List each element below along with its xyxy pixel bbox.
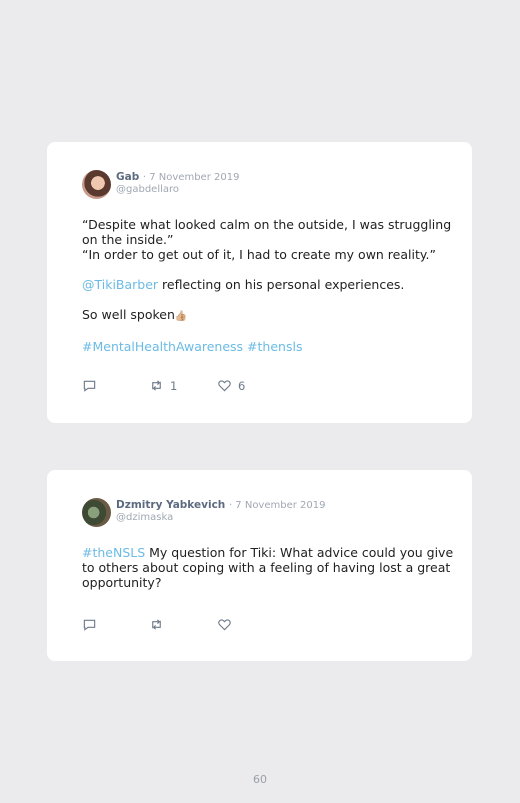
- avatar[interactable]: [82, 498, 111, 527]
- reply-icon: [83, 380, 96, 392]
- tweet-line: @TikiBarber reflecting on his personal e…: [82, 277, 442, 292]
- like-count: 6: [238, 378, 246, 393]
- author-handle[interactable]: @dzimaska: [116, 512, 173, 523]
- closing-text: So well spoken: [82, 307, 175, 322]
- tweet-line: #theNSLS My question for Tiki: What advi…: [82, 545, 453, 560]
- author-line: Gab · 7 November 2019: [116, 171, 239, 183]
- tweet-line: “Despite what looked calm on the outside…: [82, 217, 452, 232]
- reply-icon: [83, 619, 96, 631]
- tweet-line: opportunity?: [82, 575, 162, 590]
- tweet-line: on the inside.”: [82, 232, 174, 247]
- avatar[interactable]: [82, 170, 111, 199]
- retweet-button[interactable]: 1: [149, 378, 177, 393]
- author-line: Dzmitry Yabkevich · 7 November 2019: [116, 499, 326, 511]
- tweet-date: · 7 November 2019: [142, 172, 240, 183]
- tweet-text: “Despite what looked calm on the outside…: [82, 217, 452, 354]
- tweet-card: Gab · 7 November 2019 @gabdellaro “Despi…: [47, 142, 472, 423]
- hashtag-link[interactable]: #theNSLS: [82, 545, 145, 560]
- author-name[interactable]: Gab: [116, 171, 139, 183]
- tweet-text: #theNSLS My question for Tiki: What advi…: [82, 545, 453, 590]
- thumbs-up-emoji: 👍🏼: [174, 311, 188, 322]
- like-button[interactable]: 6: [217, 378, 245, 393]
- tweet-line: So well spoken👍🏼: [82, 307, 442, 324]
- tweet-line-text: My question for Tiki: What advice could …: [145, 545, 454, 560]
- author-name[interactable]: Dzmitry Yabkevich: [116, 499, 225, 511]
- heart-icon: [218, 380, 231, 392]
- retweet-button[interactable]: [149, 617, 164, 632]
- tweet-actions: 1 6: [82, 378, 282, 394]
- tweet-line: “In order to get out of it, I had to cre…: [82, 247, 436, 262]
- reply-button[interactable]: [82, 617, 97, 632]
- mention-link[interactable]: @TikiBarber: [82, 277, 158, 292]
- author-handle[interactable]: @gabdellaro: [116, 184, 179, 195]
- retweet-icon: [152, 380, 161, 391]
- retweet-count: 1: [170, 378, 178, 393]
- retweet-icon: [152, 619, 161, 630]
- heart-icon: [218, 619, 231, 631]
- like-button[interactable]: [217, 617, 232, 632]
- reply-button[interactable]: [82, 378, 97, 393]
- tweet-date: · 7 November 2019: [228, 500, 326, 511]
- tweet-line: to others about coping with a feeling of…: [82, 560, 451, 575]
- tweet-actions: [82, 617, 282, 633]
- hashtag-links[interactable]: #MentalHealthAwareness #thensls: [82, 339, 442, 354]
- tweet-card: Dzmitry Yabkevich · 7 November 2019 @dzi…: [47, 470, 472, 661]
- page-number: 60: [253, 773, 267, 786]
- mention-context: reflecting on his personal experiences.: [158, 277, 405, 292]
